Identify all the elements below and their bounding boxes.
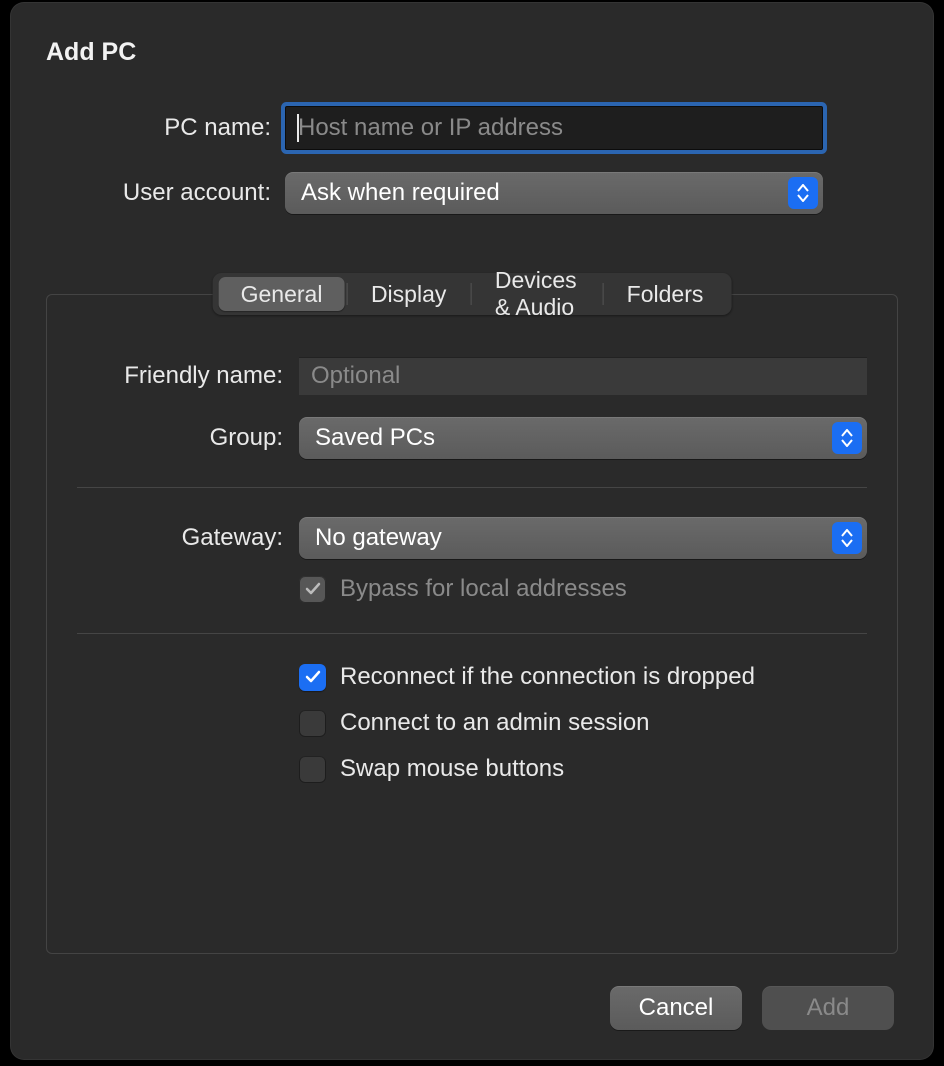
add-button[interactable]: Add (762, 986, 894, 1030)
dialog-footer: Cancel Add (610, 986, 894, 1030)
cancel-button[interactable]: Cancel (610, 986, 742, 1030)
tab-bar: General Display Devices & Audio Folders (213, 273, 732, 315)
swap-mouse-checkbox[interactable] (299, 756, 326, 783)
tab-display[interactable]: Display (349, 277, 468, 311)
pc-name-label: PC name: (10, 114, 285, 142)
group-value: Saved PCs (315, 424, 435, 452)
reconnect-checkbox[interactable] (299, 664, 326, 691)
group-label: Group: (47, 424, 299, 452)
reconnect-label: Reconnect if the connection is dropped (340, 663, 755, 691)
pc-name-input[interactable] (285, 106, 823, 150)
group-select[interactable]: Saved PCs (299, 417, 867, 459)
friendly-name-label: Friendly name: (47, 362, 299, 390)
tab-general[interactable]: General (219, 277, 345, 311)
divider (77, 633, 867, 634)
bypass-label: Bypass for local addresses (340, 575, 627, 603)
swap-mouse-label: Swap mouse buttons (340, 755, 564, 783)
tab-devices-audio[interactable]: Devices & Audio (473, 277, 600, 311)
friendly-name-input[interactable] (299, 357, 867, 395)
admin-session-label: Connect to an admin session (340, 709, 650, 737)
updown-icon (788, 177, 818, 209)
user-account-select[interactable]: Ask when required (285, 172, 823, 214)
updown-icon (832, 522, 862, 554)
gateway-value: No gateway (315, 524, 442, 552)
bypass-checkbox (299, 576, 326, 603)
user-account-value: Ask when required (301, 179, 500, 207)
general-pane: Friendly name: Group: Saved PCs Gateway: (47, 343, 897, 953)
updown-icon (832, 422, 862, 454)
gateway-select[interactable]: No gateway (299, 517, 867, 559)
text-caret (297, 114, 299, 142)
admin-session-checkbox[interactable] (299, 710, 326, 737)
add-pc-dialog: Add PC PC name: User account: Ask when r… (10, 2, 934, 1060)
divider (77, 487, 867, 488)
dialog-title: Add PC (46, 38, 136, 67)
gateway-label: Gateway: (47, 524, 299, 552)
user-account-label: User account: (10, 179, 285, 207)
settings-groupbox: General Display Devices & Audio Folders … (46, 294, 898, 954)
tab-folders[interactable]: Folders (605, 277, 726, 311)
